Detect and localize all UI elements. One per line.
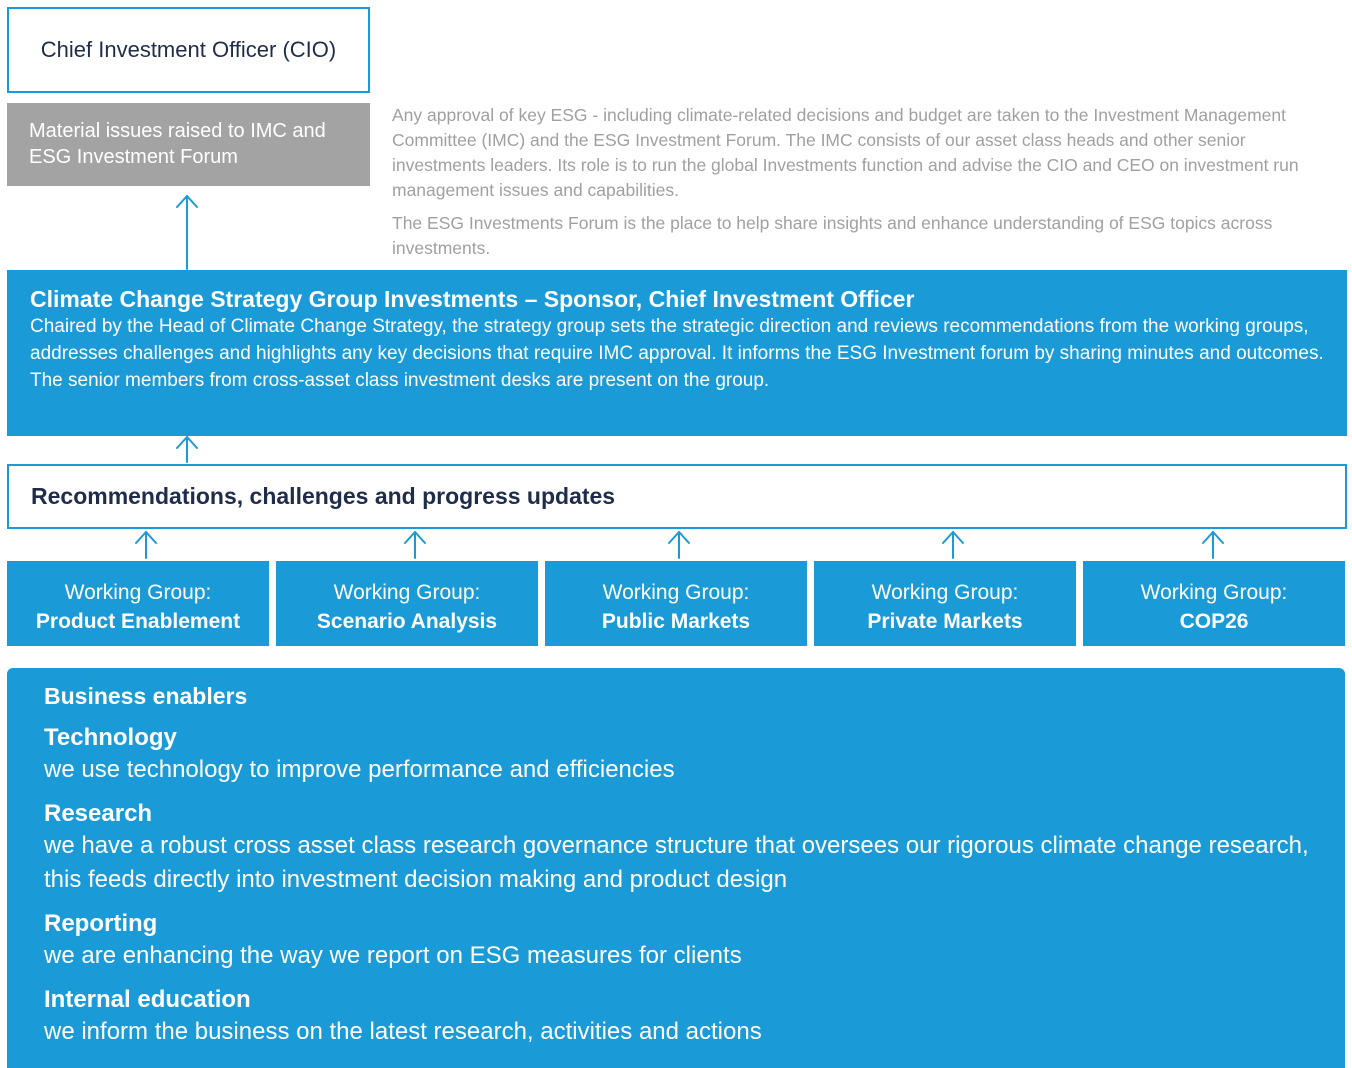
arrow-up-icon [135, 531, 157, 559]
arrow-up-icon [404, 531, 426, 559]
arrow-up-icon [668, 531, 690, 559]
arrow-up-icon [176, 195, 198, 270]
arrow-up-icon [176, 436, 198, 463]
arrow-up-icon [1202, 531, 1224, 559]
arrow-up-icon [942, 531, 964, 559]
connector-arrows [135, 195, 1224, 559]
